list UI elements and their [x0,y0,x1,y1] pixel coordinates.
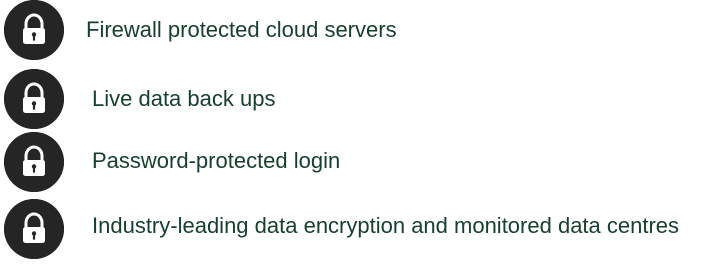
lock-icon [4,132,64,192]
feature-label: Firewall protected cloud servers [86,17,397,42]
lock-icon [4,199,64,259]
lock-icon [4,69,64,129]
feature-label: Password-protected login [92,148,341,173]
lock-icon [4,0,64,60]
feature-label: Industry-leading data encryption and mon… [92,213,680,238]
feature-label: Live data back ups [92,86,276,111]
feature-list: Firewall protected cloud servers Live da… [0,0,703,278]
